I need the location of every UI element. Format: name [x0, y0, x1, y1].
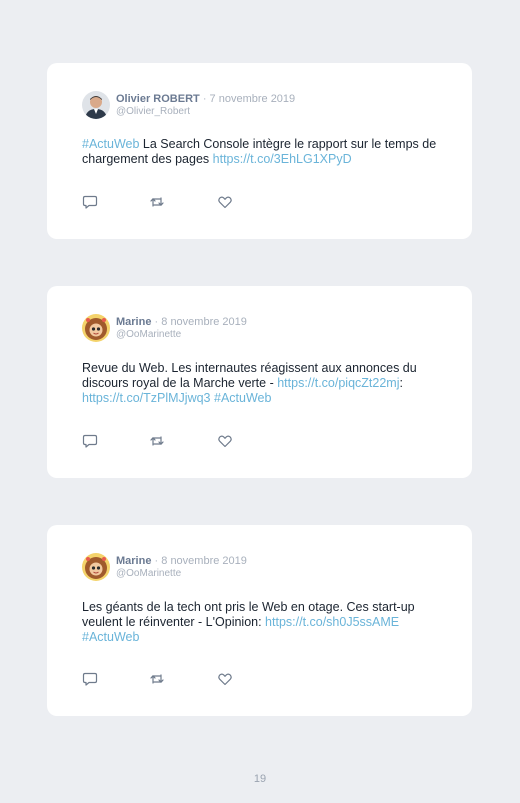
hashtag-link[interactable]: #ActuWeb — [214, 391, 271, 405]
author-name[interactable]: Marine — [116, 555, 151, 567]
separator: · — [202, 93, 207, 105]
author-line: Marine · 8 novembre 2019 — [116, 316, 247, 328]
author-name[interactable]: Olivier ROBERT — [116, 93, 200, 105]
tweet-actions — [82, 194, 242, 210]
tweet-text: Les géants de la tech ont pris le Web en… — [82, 600, 442, 645]
retweet-icon[interactable] — [149, 671, 165, 687]
author-handle: @Olivier_Robert — [116, 106, 191, 117]
author-handle: @OoMarinette — [116, 329, 182, 340]
author-line: Marine · 8 novembre 2019 — [116, 555, 247, 567]
reply-icon[interactable] — [82, 433, 98, 449]
separator: · — [154, 555, 159, 567]
tweet-date[interactable]: 8 novembre 2019 — [161, 316, 247, 328]
tweet-date[interactable]: 8 novembre 2019 — [161, 555, 247, 567]
retweet-icon[interactable] — [149, 433, 165, 449]
avatar[interactable] — [82, 314, 110, 342]
reply-icon[interactable] — [82, 194, 98, 210]
hashtag-link[interactable]: #ActuWeb — [82, 630, 139, 644]
retweet-icon[interactable] — [149, 194, 165, 210]
hashtag-link[interactable]: #ActuWeb — [82, 137, 139, 151]
url-link[interactable]: https://t.co/TzPlMJjwq3 — [82, 391, 211, 405]
like-icon[interactable] — [217, 433, 233, 449]
reply-icon[interactable] — [82, 671, 98, 687]
author-handle: @OoMarinette — [116, 568, 182, 579]
tweet-date[interactable]: 7 novembre 2019 — [210, 93, 296, 105]
tweet-actions — [82, 433, 242, 449]
url-link[interactable]: https://t.co/3EhLG1XPyD — [213, 152, 352, 166]
url-link[interactable]: https://t.co/piqcZt22mj — [277, 376, 399, 390]
page-number: 19 — [253, 773, 267, 785]
tweet-text-part: : — [399, 376, 403, 390]
tweet-card: Marine · 8 novembre 2019 @OoMarinette Le… — [47, 525, 472, 716]
tweet-text: #ActuWeb La Search Console intègre le ra… — [82, 137, 442, 167]
separator: · — [154, 316, 159, 328]
tweet-text: Revue du Web. Les internautes réagissent… — [82, 361, 442, 406]
avatar[interactable] — [82, 553, 110, 581]
tweet-card: Marine · 8 novembre 2019 @OoMarinette Re… — [47, 286, 472, 478]
author-name[interactable]: Marine — [116, 316, 151, 328]
like-icon[interactable] — [217, 671, 233, 687]
tweet-actions — [82, 671, 242, 687]
url-link[interactable]: https://t.co/sh0J5ssAME — [265, 615, 399, 629]
tweet-card: Olivier ROBERT · 7 novembre 2019 @Olivie… — [47, 63, 472, 239]
like-icon[interactable] — [217, 194, 233, 210]
author-line: Olivier ROBERT · 7 novembre 2019 — [116, 93, 295, 105]
avatar[interactable] — [82, 91, 110, 119]
